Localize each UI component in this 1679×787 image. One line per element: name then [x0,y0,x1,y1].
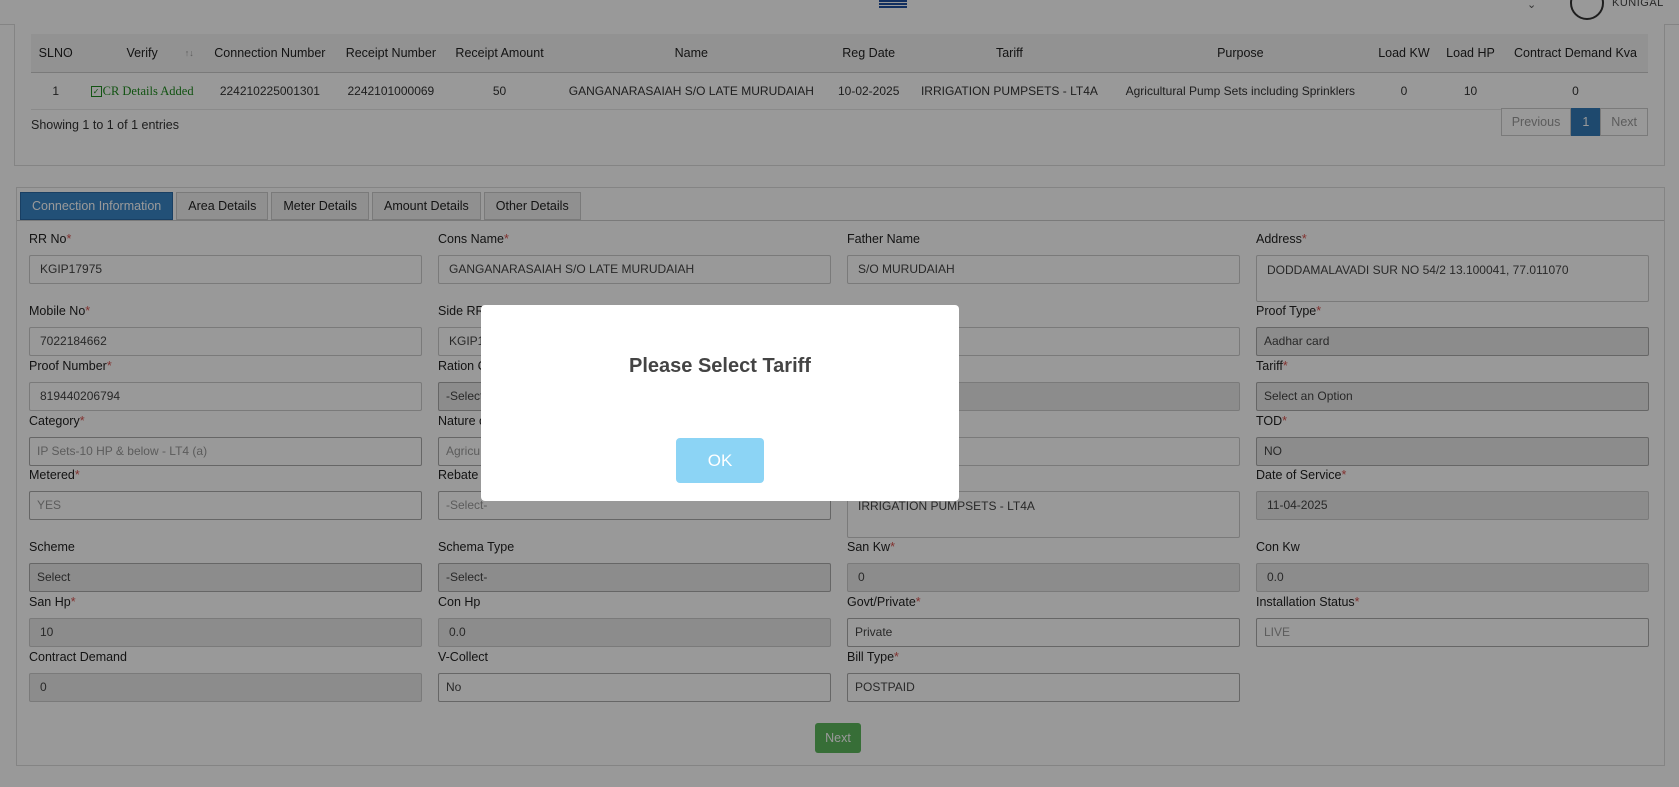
alert-dialog: Please Select Tariff OK [481,305,959,501]
alert-title: Please Select Tariff [629,355,811,377]
ok-button[interactable]: OK [676,438,764,483]
